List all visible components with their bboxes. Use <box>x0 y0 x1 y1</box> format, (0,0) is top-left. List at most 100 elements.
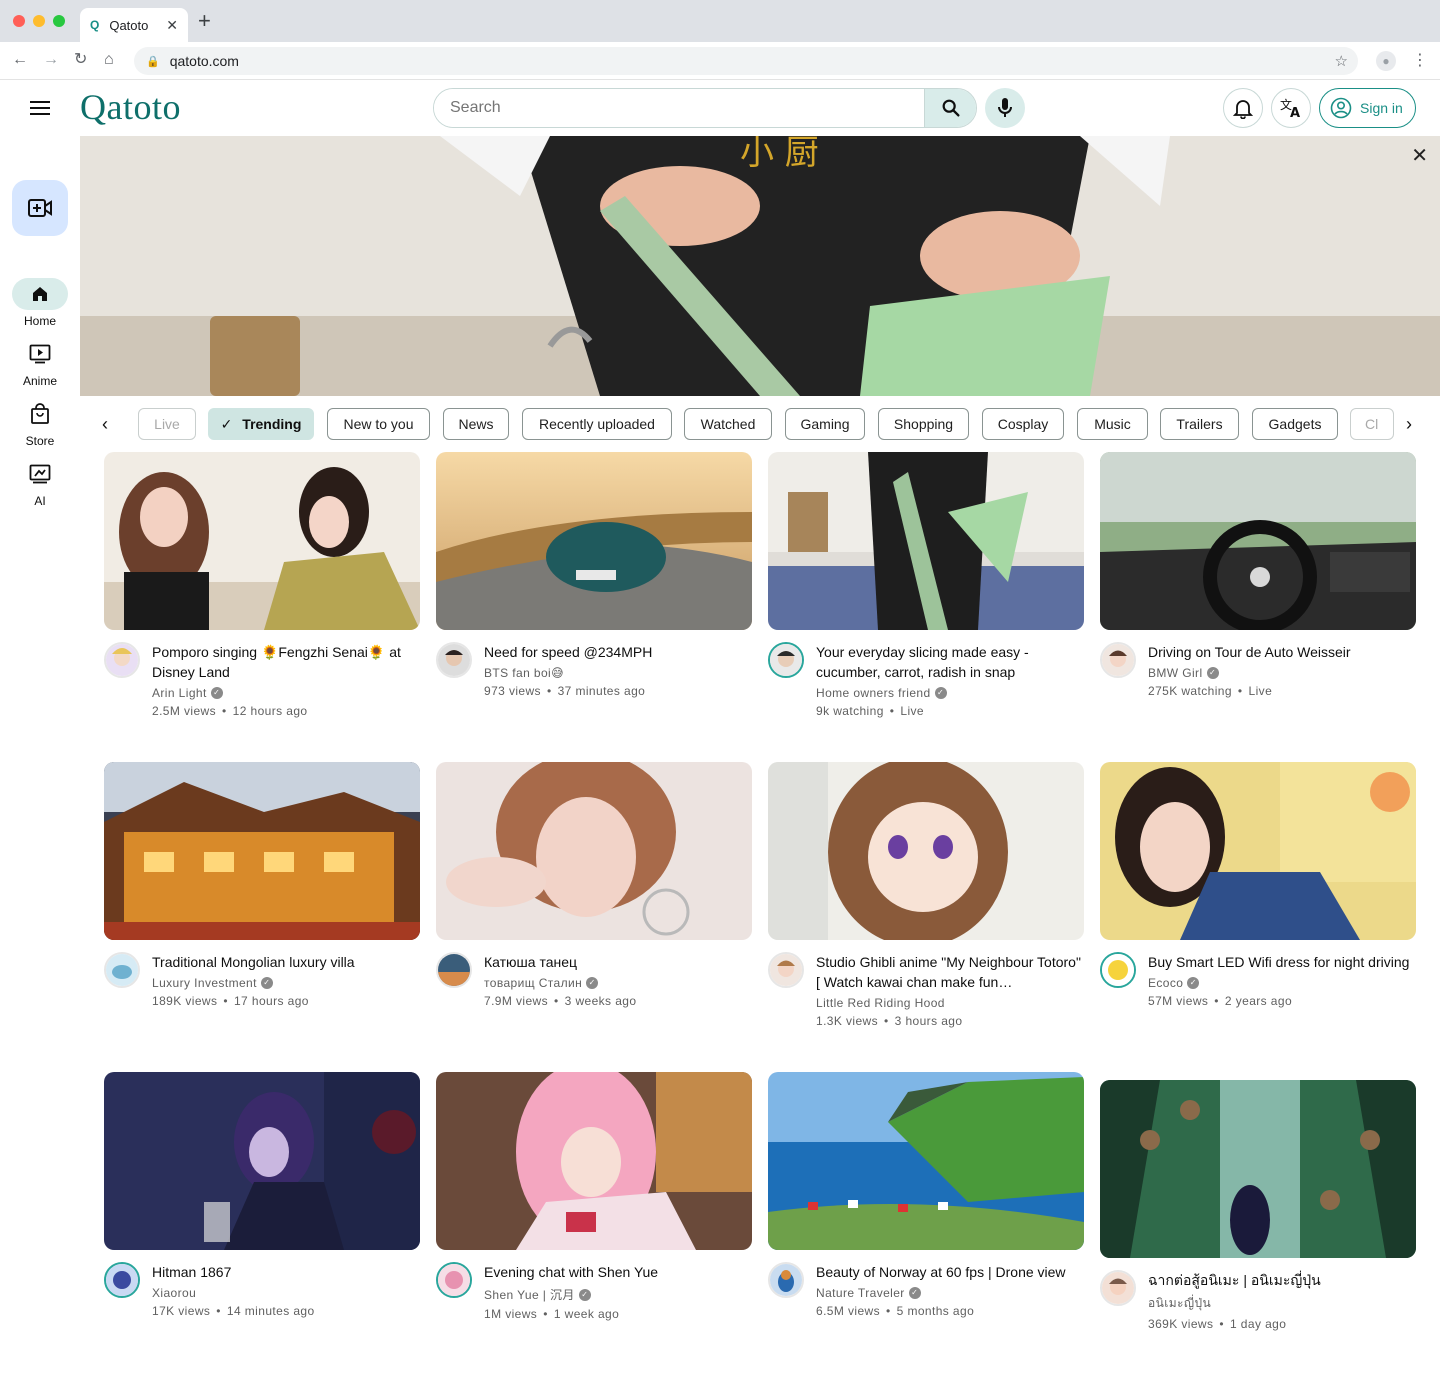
channel-name[interactable]: อนิเมะญี่ปุ่น <box>1148 1294 1211 1313</box>
video-card[interactable]: Beauty of Norway at 60 fps | Drone view … <box>768 1072 1084 1318</box>
chip-trending[interactable]: ✓ Trending <box>208 408 314 440</box>
forward-icon[interactable]: → <box>43 50 59 70</box>
video-thumbnail[interactable] <box>104 1072 420 1250</box>
sidebar-item-home[interactable]: Home <box>0 278 80 328</box>
video-card[interactable]: Traditional Mongolian luxury villa Luxur… <box>104 762 420 1008</box>
channel-name[interactable]: BMW Girl <box>1148 666 1203 680</box>
url-field[interactable]: 🔒 qatoto.com ☆ <box>134 47 1358 75</box>
video-title[interactable]: Need for speed @234MPH <box>484 642 752 662</box>
channel-avatar[interactable] <box>104 642 140 678</box>
video-title[interactable]: Traditional Mongolian luxury villa <box>152 952 420 972</box>
create-video-button[interactable] <box>12 180 68 236</box>
video-title[interactable]: Your everyday slicing made easy - cucumb… <box>816 642 1084 682</box>
video-title[interactable]: Studio Ghibli anime "My Neighbour Totoro… <box>816 952 1084 992</box>
channel-name[interactable]: BTS fan boi😅 <box>484 666 564 680</box>
video-thumbnail[interactable] <box>436 452 752 630</box>
video-card[interactable]: Driving on Tour de Auto Weisseir BMW Gir… <box>1100 452 1416 698</box>
sidebar-item-anime[interactable]: Anime <box>0 338 80 388</box>
video-title[interactable]: Катюша танец <box>484 952 752 972</box>
sidebar-item-store[interactable]: Store <box>0 398 80 448</box>
browser-tab[interactable]: Q Qatoto ✕ <box>80 8 188 42</box>
translate-button[interactable]: 文A <box>1271 88 1311 128</box>
video-title[interactable]: Hitman 1867 <box>152 1262 420 1282</box>
channel-avatar[interactable] <box>104 1262 140 1298</box>
bookmark-star-icon[interactable]: ☆ <box>1335 52 1348 70</box>
channel-avatar[interactable] <box>768 1262 804 1298</box>
minimize-window-button[interactable] <box>33 15 45 27</box>
search-button[interactable] <box>924 89 976 127</box>
close-banner-icon[interactable]: ✕ <box>1411 146 1428 166</box>
channel-avatar[interactable] <box>436 642 472 678</box>
sign-in-button[interactable]: Sign in <box>1319 88 1416 128</box>
site-logo[interactable]: Qatoto <box>80 86 181 128</box>
video-card[interactable]: Hitman 1867 Xiaorou 17K views • 14 minutes… <box>104 1072 420 1318</box>
video-card[interactable]: Buy Smart LED Wifi dress for night drivi… <box>1100 762 1416 1008</box>
channel-name[interactable]: товарищ Сталин <box>484 976 582 990</box>
channel-name[interactable]: Luxury Investment <box>152 976 257 990</box>
new-tab-button[interactable]: + <box>198 10 211 32</box>
video-thumbnail[interactable] <box>768 762 1084 940</box>
hero-video-banner[interactable]: 小 厨 ✕ <box>80 136 1440 396</box>
chevron-left-icon[interactable]: ‹ <box>102 414 108 434</box>
video-card[interactable]: Studio Ghibli anime "My Neighbour Totoro… <box>768 762 1084 1028</box>
search-input[interactable] <box>434 89 924 127</box>
chevron-right-icon[interactable]: › <box>1406 414 1412 434</box>
chip-new-to-you[interactable]: New to you <box>327 408 430 440</box>
channel-name[interactable]: Shen Yue | 沉月 <box>484 1286 575 1303</box>
video-title[interactable]: Beauty of Norway at 60 fps | Drone view <box>816 1262 1084 1282</box>
video-thumbnail[interactable] <box>104 452 420 630</box>
hamburger-menu-icon[interactable] <box>28 96 52 120</box>
video-title[interactable]: Evening chat with Shen Yue <box>484 1262 752 1282</box>
notifications-button[interactable] <box>1223 88 1263 128</box>
channel-avatar[interactable] <box>1100 642 1136 678</box>
channel-avatar[interactable] <box>436 1262 472 1298</box>
channel-name[interactable]: Ecoco <box>1148 976 1183 990</box>
video-thumbnail[interactable] <box>436 762 752 940</box>
chip-gadgets[interactable]: Gadgets <box>1252 408 1338 440</box>
chip-music[interactable]: Music <box>1077 408 1148 440</box>
video-card[interactable]: ฉากต่อสู้อนิเมะ | อนิเมะญี่ปุ่น อนิเมะญี… <box>1100 1080 1416 1331</box>
channel-avatar[interactable] <box>768 642 804 678</box>
video-card[interactable]: Your everyday slicing made easy - cucumb… <box>768 452 1084 718</box>
browser-profile-icon[interactable]: ● <box>1376 51 1396 71</box>
channel-avatar[interactable] <box>1100 1270 1136 1306</box>
video-card[interactable]: Pomporo singing 🌻Fengzhi Senai🌻 at Disne… <box>104 452 420 718</box>
chip-cl[interactable]: Cl <box>1350 408 1394 440</box>
chip-news[interactable]: News <box>443 408 509 440</box>
tab-close-icon[interactable]: ✕ <box>166 17 178 34</box>
channel-avatar[interactable] <box>436 952 472 988</box>
chip-shopping[interactable]: Shopping <box>878 408 969 440</box>
channel-avatar[interactable] <box>104 952 140 988</box>
channel-name[interactable]: Home owners friend <box>816 686 931 700</box>
channel-name[interactable]: Xiaorou <box>152 1286 196 1300</box>
channel-name[interactable]: Little Red Riding Hood <box>816 996 945 1010</box>
video-title[interactable]: Buy Smart LED Wifi dress for night drivi… <box>1148 952 1416 972</box>
maximize-window-button[interactable] <box>53 15 65 27</box>
close-window-button[interactable] <box>13 15 25 27</box>
reload-icon[interactable]: ↻ <box>74 50 87 70</box>
video-thumbnail[interactable] <box>1100 762 1416 940</box>
channel-avatar[interactable] <box>768 952 804 988</box>
chip-watched[interactable]: Watched <box>684 408 772 440</box>
channel-avatar[interactable] <box>1100 952 1136 988</box>
channel-name[interactable]: Arin Light <box>152 686 207 700</box>
browser-menu-icon[interactable]: ⋮ <box>1412 50 1428 70</box>
video-thumbnail[interactable] <box>768 1072 1084 1250</box>
video-card[interactable]: Need for speed @234MPH BTS fan boi😅 973 … <box>436 452 752 698</box>
chip-recently-uploaded[interactable]: Recently uploaded <box>522 408 672 440</box>
chip-live[interactable]: Live <box>138 408 196 440</box>
video-thumbnail[interactable] <box>104 762 420 940</box>
video-card[interactable]: Evening chat with Shen Yue Shen Yue | 沉月… <box>436 1072 752 1321</box>
video-thumbnail[interactable] <box>436 1072 752 1250</box>
channel-name[interactable]: Nature Traveler <box>816 1286 905 1300</box>
chip-cosplay[interactable]: Cosplay <box>982 408 1064 440</box>
back-icon[interactable]: ← <box>12 50 28 70</box>
video-title[interactable]: Pomporo singing 🌻Fengzhi Senai🌻 at Disne… <box>152 642 420 682</box>
video-thumbnail[interactable] <box>768 452 1084 630</box>
video-thumbnail[interactable] <box>1100 1080 1416 1258</box>
sidebar-item-ai[interactable]: AI <box>0 458 80 508</box>
chip-gaming[interactable]: Gaming <box>785 408 865 440</box>
video-thumbnail[interactable] <box>1100 452 1416 630</box>
voice-search-button[interactable] <box>985 88 1025 128</box>
home-browser-icon[interactable]: ⌂ <box>104 50 114 70</box>
